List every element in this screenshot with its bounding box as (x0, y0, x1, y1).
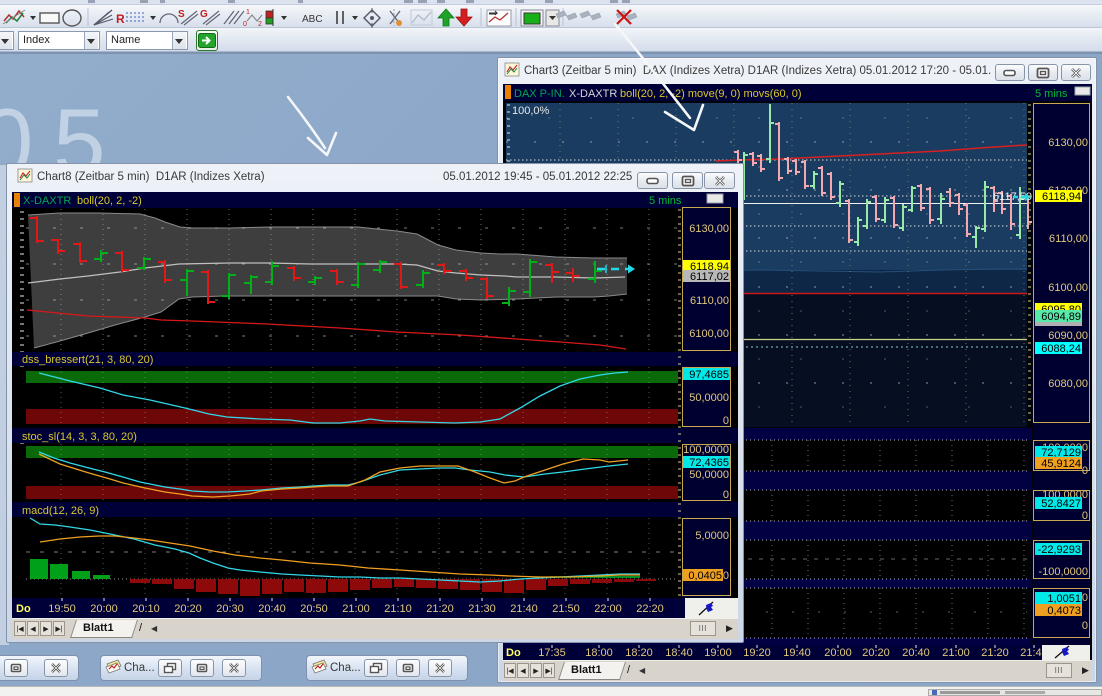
svg-text:Chart3 (Zeitbar 5 min) DAX (I: Chart3 (Zeitbar 5 min) DAX (Indizes Xetr… (524, 65, 991, 77)
svg-text:6110,00: 6110,00 (690, 295, 729, 307)
svg-text:21:20: 21:20 (981, 647, 1009, 659)
svg-text:6110,00: 6110,00 (1049, 233, 1088, 245)
svg-text:0: 0 (723, 489, 729, 501)
svg-text:6130,00: 6130,00 (689, 223, 729, 235)
svg-text:18:00: 18:00 (585, 647, 613, 659)
svg-text:18:40: 18:40 (665, 647, 693, 659)
svg-text:17:35: 17:35 (538, 647, 566, 659)
svg-text:05.01.2012 19:45 - 05.01.2012: 05.01.2012 19:45 - 05.01.2012 22:25 (443, 171, 632, 183)
svg-text:0: 0 (723, 570, 729, 582)
svg-text:20:40: 20:40 (258, 603, 286, 615)
svg-text:97,4685: 97,4685 (689, 369, 729, 381)
svg-text:boll(20, 2, -2): boll(20, 2, -2) (77, 195, 142, 207)
svg-text:5 mins: 5 mins (649, 195, 682, 207)
svg-text:100,0000: 100,0000 (683, 444, 729, 456)
svg-text:5,0000: 5,0000 (695, 530, 729, 542)
svg-text:6090,00: 6090,00 (1048, 330, 1088, 342)
svg-text:19:00: 19:00 (704, 647, 732, 659)
svg-text:52,8427: 52,8427 (1041, 498, 1081, 510)
svg-text:6118,94: 6118,94 (1042, 191, 1081, 203)
svg-text:6100,00: 6100,00 (1048, 282, 1088, 294)
svg-text:18:20: 18:20 (625, 647, 653, 659)
svg-text:6117,02: 6117,02 (690, 271, 729, 283)
svg-text:boll(20, 2, -2) move(9, 0) mov: boll(20, 2, -2) move(9, 0) movs(60, 0) (620, 88, 802, 100)
svg-text:-22,9293: -22,9293 (1038, 544, 1081, 556)
svg-text:1,0051: 1,0051 (1047, 593, 1081, 605)
svg-text:19:20: 19:20 (743, 647, 771, 659)
svg-text:21:40: 21:40 (510, 603, 538, 615)
svg-text:20:40: 20:40 (902, 647, 930, 659)
svg-text:S: S (178, 9, 185, 20)
svg-text:0: 0 (1082, 620, 1088, 632)
svg-text:21:10: 21:10 (384, 603, 412, 615)
svg-text:20:20: 20:20 (862, 647, 890, 659)
svg-text:0,4073: 0,4073 (1047, 605, 1081, 617)
svg-text:20:20: 20:20 (174, 603, 202, 615)
svg-text:6094,89: 6094,89 (1041, 311, 1081, 323)
svg-text:19:40: 19:40 (783, 647, 811, 659)
svg-text:20:30: 20:30 (216, 603, 244, 615)
svg-text:0,0405: 0,0405 (688, 570, 722, 582)
svg-text:21:00: 21:00 (342, 603, 370, 615)
svg-text:45,9124: 45,9124 (1041, 458, 1081, 470)
svg-text:ABC: ABC (302, 14, 323, 25)
svg-text:G: G (200, 9, 208, 20)
svg-text:21:20: 21:20 (426, 603, 454, 615)
svg-text:X-DAXTR: X-DAXTR (569, 88, 617, 100)
svg-text:5 mins: 5 mins (1035, 88, 1068, 100)
svg-text:R: R (116, 12, 125, 26)
svg-text:DAX P-IN.: DAX P-IN. (514, 88, 565, 100)
svg-text:Do: Do (506, 647, 521, 659)
svg-text:100,0%: 100,0% (512, 105, 550, 117)
svg-text:21:30: 21:30 (468, 603, 496, 615)
svg-text:X-DAXTR: X-DAXTR (23, 195, 71, 207)
svg-text:0: 0 (723, 415, 729, 427)
svg-text:20:50: 20:50 (300, 603, 328, 615)
svg-text:72,4365: 72,4365 (689, 457, 729, 469)
svg-text:50,0000: 50,0000 (689, 392, 729, 404)
svg-text:20:00: 20:00 (824, 647, 852, 659)
svg-text:2: 2 (258, 21, 262, 28)
svg-text:-100,0000: -100,0000 (1038, 566, 1088, 578)
svg-text:dss_bressert(21, 3, 80, 20): dss_bressert(21, 3, 80, 20) (22, 354, 153, 366)
svg-text:19:50: 19:50 (48, 603, 76, 615)
svg-text:50,0000: 50,0000 (689, 469, 729, 481)
svg-text:22:20: 22:20 (636, 603, 664, 615)
svg-text:20:00: 20:00 (90, 603, 118, 615)
svg-text:stoc_sl(14, 3, 3, 80, 20): stoc_sl(14, 3, 3, 80, 20) (22, 431, 137, 443)
svg-text:Chart8 (Zeitbar 5 min) D1AR (: Chart8 (Zeitbar 5 min) D1AR (Indizes Xet… (37, 171, 265, 183)
svg-text:0: 0 (243, 21, 247, 28)
svg-text:Do: Do (16, 603, 31, 615)
svg-text:macd(12, 26, 9): macd(12, 26, 9) (22, 505, 99, 517)
svg-text:22:00: 22:00 (594, 603, 622, 615)
svg-text:0: 0 (1082, 465, 1088, 477)
svg-text:20:10: 20:10 (132, 603, 160, 615)
svg-text:21:50: 21:50 (552, 603, 580, 615)
svg-text:21:00: 21:00 (942, 647, 970, 659)
svg-text:6100,00: 6100,00 (689, 328, 729, 340)
svg-text:0: 0 (1082, 510, 1088, 522)
svg-text:6088,24: 6088,24 (1041, 343, 1081, 355)
svg-text:1: 1 (246, 9, 250, 16)
svg-text:6130,00: 6130,00 (1048, 137, 1088, 149)
svg-text:6080,00: 6080,00 (1048, 378, 1088, 390)
